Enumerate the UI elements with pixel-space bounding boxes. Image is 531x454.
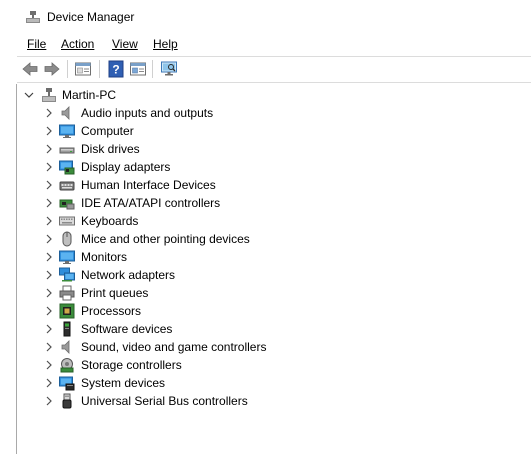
speaker-icon (59, 339, 75, 355)
ide-controller-icon (59, 195, 75, 211)
menu-view[interactable]: View (112, 37, 138, 51)
network-adapter-icon (59, 267, 75, 283)
mouse-icon (59, 231, 75, 247)
chevron-right-icon[interactable] (44, 342, 54, 352)
tree-node-label: Storage controllers (81, 358, 182, 372)
chevron-right-icon[interactable] (44, 270, 54, 280)
toolbar: ? (17, 57, 531, 81)
chevron-right-icon[interactable] (44, 234, 54, 244)
toolbar-separator-line (17, 82, 531, 83)
tree-node-label: Human Interface Devices (81, 178, 216, 192)
tree-node-label: Computer (81, 124, 134, 138)
tree-node-computer[interactable]: Computer (17, 122, 531, 140)
speaker-icon (59, 105, 75, 121)
tree-node-storage-controllers[interactable]: Storage controllers (17, 356, 531, 374)
menu-file-label: File (27, 37, 47, 51)
chevron-right-icon[interactable] (44, 162, 54, 172)
chevron-right-icon[interactable] (44, 396, 54, 406)
tree-node-label: Network adapters (81, 268, 176, 282)
scan-hardware-icon[interactable] (160, 60, 178, 78)
tree-node-ide-ata-atapi-controllers[interactable]: IDE ATA/ATAPI controllers (17, 194, 531, 212)
device-manager-app-icon (26, 11, 40, 23)
svg-text:?: ? (112, 63, 119, 77)
tree-node-monitors[interactable]: Monitors (17, 248, 531, 266)
chevron-right-icon[interactable] (44, 252, 54, 262)
tree-node-label: Universal Serial Bus controllers (81, 394, 248, 408)
tree-node-label: Audio inputs and outputs (81, 106, 214, 120)
tree-node-label: Monitors (81, 250, 128, 264)
processor-icon (59, 303, 75, 319)
toolbar-separator (99, 60, 100, 78)
menu-file[interactable]: File (27, 37, 46, 51)
chevron-right-icon[interactable] (44, 360, 54, 370)
device-manager-window: Device Manager File Action View Help ? M… (0, 0, 531, 454)
system-device-icon (59, 375, 75, 391)
usb-icon (59, 393, 75, 409)
software-device-icon (59, 321, 75, 337)
tree-node-mice-and-other-pointing-devices[interactable]: Mice and other pointing devices (17, 230, 531, 248)
storage-controller-icon (59, 357, 75, 373)
chevron-right-icon[interactable] (44, 144, 54, 154)
chevron-right-icon[interactable] (44, 216, 54, 226)
chevron-right-icon[interactable] (44, 324, 54, 334)
chevron-right-icon[interactable] (44, 126, 54, 136)
tree-node-software-devices[interactable]: Software devices (17, 320, 531, 338)
tree-node-human-interface-devices[interactable]: Human Interface Devices (17, 176, 531, 194)
computer-network-icon (42, 88, 56, 102)
tree-root[interactable]: Martin-PC (17, 86, 531, 104)
tree-node-label: Disk drives (81, 142, 140, 156)
help-icon[interactable]: ? (107, 60, 125, 78)
monitor-icon (59, 249, 75, 265)
chevron-right-icon[interactable] (44, 378, 54, 388)
chevron-down-icon[interactable] (24, 90, 34, 100)
tree-root-label: Martin-PC (62, 88, 117, 102)
tree-node-network-adapters[interactable]: Network adapters (17, 266, 531, 284)
title-bar[interactable]: Device Manager (0, 0, 531, 34)
menu-bar: File Action View Help (0, 34, 531, 54)
tree-node-audio-inputs-and-outputs[interactable]: Audio inputs and outputs (17, 104, 531, 122)
toolbar-separator (152, 60, 153, 78)
disk-drive-icon (59, 141, 75, 157)
chevron-right-icon[interactable] (44, 306, 54, 316)
keyboard-icon (59, 213, 75, 229)
tree-node-disk-drives[interactable]: Disk drives (17, 140, 531, 158)
chevron-right-icon[interactable] (44, 288, 54, 298)
forward-icon[interactable] (43, 60, 61, 78)
tree-node-label: Keyboards (81, 214, 139, 228)
tree-node-display-adapters[interactable]: Display adapters (17, 158, 531, 176)
chevron-right-icon[interactable] (44, 108, 54, 118)
tree-node-label: Print queues (81, 286, 149, 300)
window-title: Device Manager (47, 10, 135, 24)
menu-help[interactable]: Help (153, 37, 178, 51)
tree-node-processors[interactable]: Processors (17, 302, 531, 320)
chevron-right-icon[interactable] (44, 180, 54, 190)
tree-node-label: System devices (81, 376, 166, 390)
display-adapter-icon (59, 159, 75, 175)
update-driver-icon[interactable] (129, 60, 147, 78)
menu-action[interactable]: Action (61, 37, 94, 51)
tree-node-label: Mice and other pointing devices (81, 232, 250, 246)
menu-action-label: Action (61, 37, 95, 51)
tree-node-sound-video-and-game-controllers[interactable]: Sound, video and game controllers (17, 338, 531, 356)
tree-node-system-devices[interactable]: System devices (17, 374, 531, 392)
printer-icon (59, 285, 75, 301)
tree-node-print-queues[interactable]: Print queues (17, 284, 531, 302)
menu-help-label: Help (153, 37, 178, 51)
tree-node-label: Sound, video and game controllers (81, 340, 267, 354)
tree-node-label: Software devices (81, 322, 173, 336)
hid-icon (59, 177, 75, 193)
menu-view-label: View (112, 37, 138, 51)
tree-node-keyboards[interactable]: Keyboards (17, 212, 531, 230)
tree-node-label: Display adapters (81, 160, 171, 174)
properties-icon[interactable] (74, 60, 92, 78)
tree-node-label: IDE ATA/ATAPI controllers (81, 196, 221, 210)
chevron-right-icon[interactable] (44, 198, 54, 208)
tree-node-universal-serial-bus-controllers[interactable]: Universal Serial Bus controllers (17, 392, 531, 410)
tree-node-label: Processors (81, 304, 142, 318)
back-icon[interactable] (21, 60, 39, 78)
toolbar-separator (67, 60, 68, 78)
monitor-icon (59, 123, 75, 139)
